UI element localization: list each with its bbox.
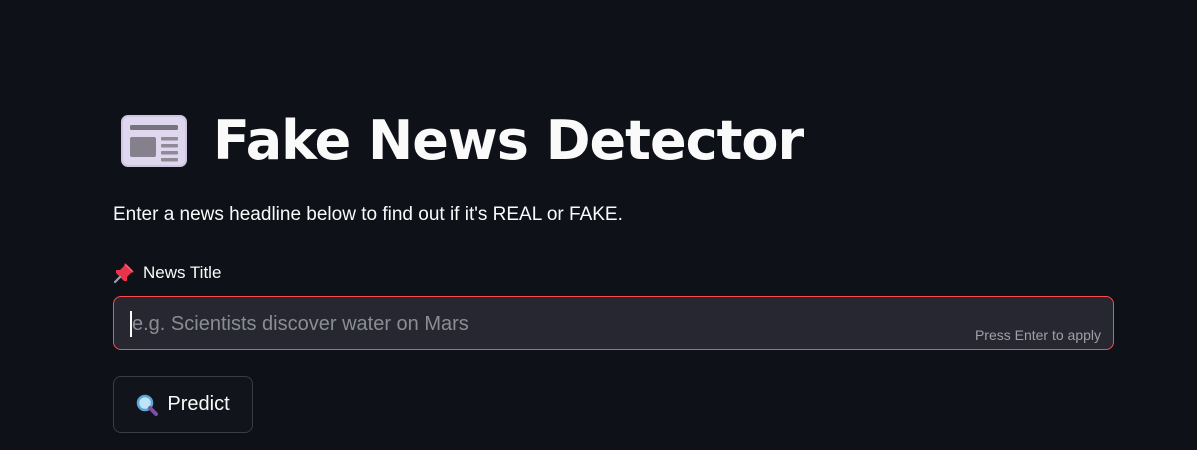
page-description: Enter a news headline below to find out … [113, 204, 623, 225]
news-title-label-text: News Title [143, 263, 222, 282]
predict-button-label: Predict [167, 393, 230, 415]
news-title-input-container[interactable]: Press Enter to apply [113, 296, 1114, 351]
page-title: Fake News Detector [213, 108, 804, 172]
news-title-input[interactable] [130, 297, 934, 351]
predict-button[interactable]: Predict [113, 376, 253, 433]
text-caret [130, 311, 132, 337]
input-hint: Press Enter to apply [974, 327, 1101, 343]
news-title-label: News Title [113, 262, 221, 284]
page-header: Fake News Detector [113, 104, 804, 176]
newspaper-icon [121, 112, 187, 168]
pushpin-icon [113, 262, 135, 284]
magnifying-glass-icon [136, 394, 159, 416]
